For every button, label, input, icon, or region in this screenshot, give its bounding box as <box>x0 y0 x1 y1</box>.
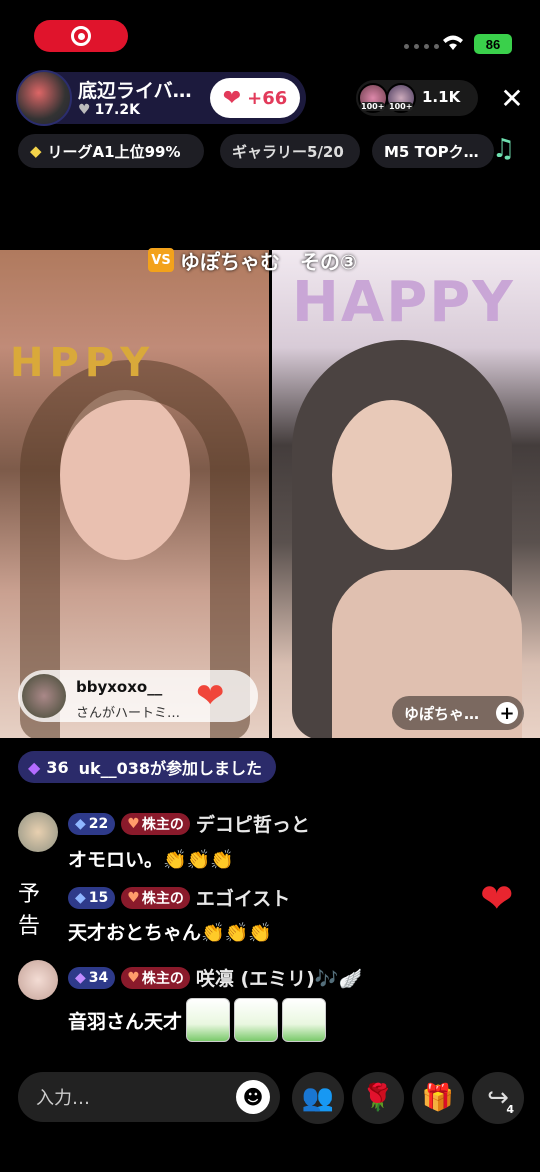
wifi-icon <box>440 32 466 56</box>
host-followers: ♥ 17.2K <box>78 102 140 118</box>
sticker-image <box>186 998 231 1042</box>
ranking-chip[interactable]: M5 TOPク… <box>372 134 494 168</box>
level-badge: ◆ 15 <box>68 886 116 909</box>
signal-dots <box>404 44 439 49</box>
record-icon <box>71 26 91 46</box>
follow-heart-button[interactable]: ❤ +66 <box>210 78 300 118</box>
shareholder-badge: ♥ 株主の <box>121 812 190 835</box>
people-icon: 👥 <box>301 1083 335 1113</box>
balloon-letters: HPPY <box>10 340 156 386</box>
balloon-letters: HAPPY <box>292 270 515 335</box>
diamond-icon: ◆ <box>75 969 86 986</box>
sticker-image <box>234 998 279 1042</box>
chat-message: 天才おとちゃん👏👏👏 <box>68 922 272 944</box>
heart-icon: ♥ <box>127 815 140 832</box>
host-name[interactable]: 底辺ライバ… <box>78 76 192 103</box>
gift-user-avatar[interactable] <box>22 674 66 718</box>
smiley-icon: ☻ <box>242 1085 264 1109</box>
viewer-count[interactable]: 1.1K <box>422 88 460 106</box>
host-video[interactable]: HPPY <box>0 250 269 738</box>
chat-header: ◆ 15 ♥ 株主の エゴイスト <box>68 884 290 911</box>
diamond-icon: ◆ <box>28 757 41 777</box>
gift-button[interactable]: 🎁 <box>412 1072 464 1124</box>
battery-indicator: 86 <box>474 34 512 54</box>
face-shape <box>332 400 452 550</box>
chat-message: オモロい。👏👏👏 <box>68 849 234 871</box>
follow-plus-icon[interactable]: + <box>496 702 518 724</box>
gift-icon: 🎁 <box>421 1083 455 1113</box>
gift-user-name: bbyxoxo__ <box>76 678 163 696</box>
gift-notice-text: さんがハートミ… <box>76 706 181 721</box>
rose-gift-button[interactable]: 🌹 <box>352 1072 404 1124</box>
heart-icon: ❤ <box>222 85 242 111</box>
chat-avatar[interactable] <box>18 812 58 852</box>
diamond-icon: ◆ <box>75 889 86 906</box>
chat-username[interactable]: エゴイスト <box>196 884 290 911</box>
emoji-button[interactable]: ☻ <box>236 1080 270 1114</box>
host-avatar[interactable] <box>16 70 72 126</box>
shareholder-badge: ♥ 株主の <box>121 886 190 909</box>
share-button[interactable]: ↪ 4 <box>472 1072 524 1124</box>
viewer-avatar[interactable]: 100+ <box>386 83 416 113</box>
league-chip[interactable]: ◆ リーグA1上位99% <box>18 134 204 168</box>
level-badge: ◆ 34 <box>68 966 116 989</box>
chat-header: ◆ 34 ♥ 株主の 咲凛 (エミリ)🎶🪽 <box>68 964 362 991</box>
heart-gift-icon: ❤ <box>196 676 225 716</box>
chat-username[interactable]: デコピ哲っと <box>196 810 310 837</box>
diamond-icon: ◆ <box>30 142 42 160</box>
shareholder-badge: ♥ 株主の <box>121 966 190 989</box>
heart-icon: ♥ <box>127 889 140 906</box>
music-note-icon: ♫ <box>492 134 516 164</box>
chat-message-row: 音羽さん天才 <box>68 998 327 1042</box>
chat-username[interactable]: 咲凛 (エミリ)🎶🪽 <box>196 964 362 991</box>
heart-icon: ♥ <box>127 969 140 986</box>
chat-message: 音羽さん天才 <box>68 1010 183 1033</box>
chat-avatar[interactable]: 予告 <box>18 882 58 939</box>
viewer-avatar[interactable]: 100+ <box>358 83 388 113</box>
sticker-image <box>282 998 327 1042</box>
heart-outline-icon: ♥ <box>78 102 91 118</box>
chat-avatar[interactable] <box>18 960 58 1000</box>
close-icon: ✕ <box>500 81 524 115</box>
floating-heart-icon: ❤ <box>480 876 514 922</box>
diamond-icon: ◆ <box>75 815 86 832</box>
chat-header: ◆ 22 ♥ 株主の デコピ哲っと <box>68 810 310 837</box>
multi-guest-button[interactable]: 👥 <box>292 1072 344 1124</box>
vs-badge: VS <box>148 248 174 272</box>
gallery-chip[interactable]: ギャラリー5/20 <box>220 134 360 168</box>
opponent-video[interactable]: HAPPY <box>272 250 540 738</box>
level-badge: ◆ 22 <box>68 812 116 835</box>
rose-icon: 🌹 <box>361 1083 395 1113</box>
screen-record-indicator[interactable] <box>34 20 128 52</box>
vs-title: ゆぽちゃむ その③ <box>180 250 357 274</box>
close-button[interactable]: ✕ <box>496 81 528 115</box>
opponent-name-pill[interactable]: ゆぽちゃ… + <box>392 696 524 730</box>
join-banner: ◆ 36 uk__038が参加しました <box>18 751 277 783</box>
